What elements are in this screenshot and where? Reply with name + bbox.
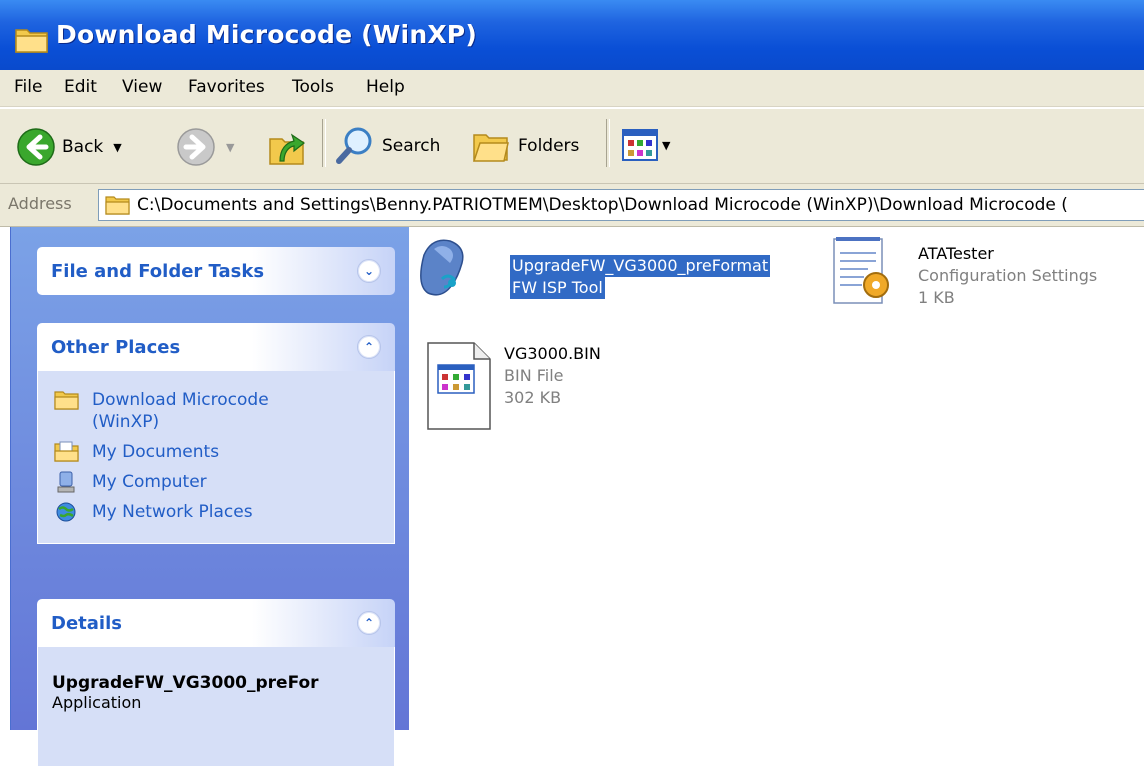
place-my-documents[interactable]: My Documents	[38, 437, 394, 467]
folders-icon	[472, 134, 509, 162]
task-pane: File and Folder Tasks ⌄ Other Places ⌃ D…	[10, 227, 409, 767]
collapse-chevron-icon[interactable]: ⌃	[357, 335, 381, 359]
file-name: ATATester	[918, 244, 994, 263]
details-title: Details	[51, 613, 122, 634]
my-computer-icon	[57, 471, 75, 493]
views-icon	[622, 129, 658, 161]
other-places-body: Download Microcode (WinXP) My Documents …	[37, 371, 395, 544]
file-label: ATATester Configuration Settings 1 KB	[918, 243, 1097, 323]
details-header[interactable]: Details ⌃	[37, 599, 395, 647]
folder-icon	[15, 29, 48, 53]
file-name-line1: UpgradeFW_VG3000_preFormat	[510, 255, 771, 277]
menu-file[interactable]: File	[14, 77, 42, 97]
file-type: BIN File	[504, 366, 564, 385]
file-label: VG3000.BIN BIN File 302 KB	[504, 343, 601, 435]
place-label: My Computer	[92, 472, 207, 492]
menu-help[interactable]: Help	[366, 77, 405, 97]
file-label: UpgradeFW_VG3000_preFormat FW ISP Tool	[510, 255, 771, 299]
address-bar: Address C:\Documents and Settings\Benny.…	[0, 184, 1144, 227]
place-label: My Network Places	[92, 502, 253, 522]
details-body: UpgradeFW_VG3000_preFor Application	[37, 647, 395, 767]
window-title: Download Microcode (WinXP)	[56, 20, 477, 49]
folders-label: Folders	[518, 136, 580, 156]
collapse-chevron-icon[interactable]: ⌃	[357, 611, 381, 635]
up-folder-icon	[269, 133, 306, 165]
file-size: 1 KB	[918, 288, 955, 307]
other-places-title: Other Places	[51, 337, 181, 358]
details-file-type: Application	[52, 693, 142, 712]
file-size: 302 KB	[504, 388, 562, 407]
network-places-icon	[56, 502, 76, 522]
toolbar-separator	[322, 119, 326, 167]
config-settings-icon	[833, 237, 889, 304]
place-label: My Documents	[92, 442, 220, 462]
file-item-upgradefw[interactable]: UpgradeFW_VG3000_preFormat FW ISP Tool	[414, 235, 771, 299]
menu-view[interactable]: View	[122, 77, 162, 97]
expand-chevron-icon[interactable]: ⌄	[357, 259, 381, 283]
views-button[interactable]: ▼	[622, 129, 670, 161]
details-file-name: UpgradeFW_VG3000_preFor	[52, 673, 319, 693]
bin-file-icon	[427, 342, 491, 430]
menu-tools[interactable]: Tools	[292, 77, 334, 97]
forward-button[interactable]: ▼	[176, 127, 234, 167]
toolbar: Back ▼ ▼ Search Folders ▼	[0, 108, 1144, 184]
address-value: C:\Documents and Settings\Benny.PATRIOTM…	[137, 195, 1068, 215]
file-item-atatester[interactable]: ATATester Configuration Settings 1 KB	[828, 235, 1097, 323]
application-icon	[420, 239, 464, 296]
folders-button[interactable]: Folders	[470, 125, 579, 167]
forward-arrow-icon	[177, 128, 215, 166]
place-my-computer[interactable]: My Computer	[38, 467, 394, 497]
place-my-network[interactable]: My Network Places	[38, 497, 394, 527]
file-folder-tasks-header[interactable]: File and Folder Tasks ⌄	[37, 247, 395, 295]
search-button[interactable]: Search	[334, 125, 440, 167]
place-label: Download Microcode (WinXP)	[92, 390, 269, 432]
file-item-vg3000-bin[interactable]: VG3000.BIN BIN File 302 KB	[424, 339, 601, 435]
my-documents-icon	[54, 441, 79, 462]
other-places-panel: Other Places ⌃ Download Microcode (WinXP…	[37, 323, 395, 544]
place-download-microcode[interactable]: Download Microcode (WinXP)	[38, 385, 394, 437]
back-dropdown-icon[interactable]: ▼	[113, 141, 121, 154]
menu-bar: File Edit View Favorites Tools Help	[0, 70, 1144, 107]
other-places-header[interactable]: Other Places ⌃	[37, 323, 395, 371]
back-label: Back	[62, 137, 104, 157]
file-name-line2: FW ISP Tool	[510, 277, 605, 299]
search-label: Search	[382, 136, 441, 156]
forward-dropdown-icon[interactable]: ▼	[226, 141, 234, 154]
up-folder-button[interactable]	[266, 125, 308, 169]
address-input[interactable]: C:\Documents and Settings\Benny.PATRIOTM…	[98, 189, 1144, 221]
file-list: UpgradeFW_VG3000_preFormat FW ISP Tool A…	[410, 227, 1144, 730]
back-arrow-icon	[17, 128, 55, 166]
file-type: Configuration Settings	[918, 266, 1098, 285]
details-panel: Details ⌃ UpgradeFW_VG3000_preFor Applic…	[37, 599, 395, 767]
folder-icon	[105, 196, 130, 215]
toolbar-separator	[606, 119, 610, 167]
file-name: VG3000.BIN	[504, 344, 601, 363]
back-button[interactable]: Back ▼	[16, 127, 122, 167]
menu-favorites[interactable]: Favorites	[188, 77, 265, 97]
search-icon	[336, 127, 372, 164]
folder-icon	[54, 391, 79, 410]
file-folder-tasks-panel: File and Folder Tasks ⌄	[37, 247, 395, 295]
address-label: Address	[8, 194, 72, 213]
menu-edit[interactable]: Edit	[64, 77, 97, 97]
file-folder-tasks-title: File and Folder Tasks	[51, 261, 265, 282]
views-dropdown-icon[interactable]: ▼	[662, 139, 670, 152]
